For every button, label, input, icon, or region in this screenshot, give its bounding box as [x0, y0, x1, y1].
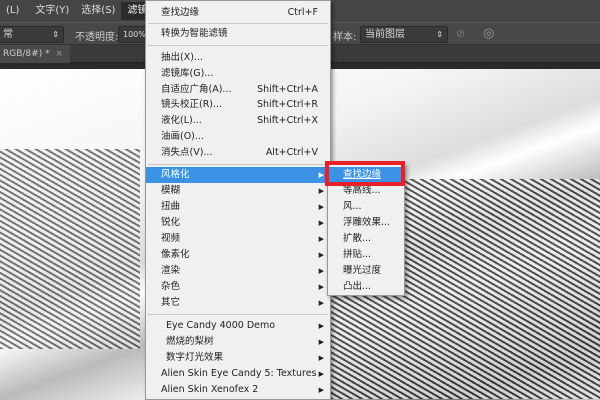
menu-item-adaptive-wide-angle[interactable]: 自适应广角(A)... Shift+Ctrl+A	[146, 82, 330, 98]
menu-item-distort[interactable]: 扭曲 ▶	[146, 199, 330, 215]
item-shortcut: Shift+Ctrl+A	[257, 84, 318, 95]
sample-select[interactable]: 当前图层 ⇕	[360, 26, 448, 43]
submenu-arrow-icon: ▶	[318, 251, 324, 259]
item-label: 数字灯光效果	[166, 352, 224, 363]
menu-item-extract[interactable]: 抽出(X)...	[146, 50, 330, 66]
image-buildings	[0, 149, 140, 349]
menu-item-oil-paint[interactable]: 油画(O)...	[146, 129, 330, 145]
separator	[148, 45, 328, 46]
submenu-arrow-icon: ▶	[318, 187, 324, 195]
sample-value: 当前图层	[365, 29, 405, 40]
submenu-arrow-icon: ▶	[318, 354, 324, 362]
item-label: 渲染	[161, 265, 181, 276]
menu-item-blur[interactable]: 模糊 ▶	[146, 183, 330, 199]
submenu-arrow-icon: ▶	[318, 219, 324, 227]
submenu-item-wind[interactable]: 风...	[328, 199, 404, 215]
item-label: 液化(L)...	[161, 115, 202, 126]
menu-item-other[interactable]: 其它 ▶	[146, 295, 330, 311]
submenu-arrow-icon: ▶	[318, 386, 324, 394]
close-icon[interactable]: ×	[55, 49, 63, 59]
item-label: 镜头校正(R)...	[161, 99, 223, 110]
ignore-adjustment-icon[interactable]: ⊘	[456, 27, 465, 40]
menu-item-digital-lighting[interactable]: 数字灯光效果 ▶	[146, 350, 330, 366]
menu-item-video[interactable]: 视频 ▶	[146, 231, 330, 247]
submenu-arrow-icon: ▶	[318, 267, 324, 275]
item-label: 扭曲	[161, 201, 181, 212]
item-label: 锐化	[161, 217, 181, 228]
updown-icon: ⇕	[436, 30, 443, 39]
submenu-arrow-icon: ▶	[318, 171, 324, 179]
item-label: 杂色	[161, 281, 181, 292]
item-label: Alien Skin Eye Candy 5: Textures	[161, 368, 317, 379]
submenu-item-extrude[interactable]: 凸出...	[328, 279, 404, 295]
menu-item-vanishing-point[interactable]: 消失点(V)... Alt+Ctrl+V	[146, 145, 330, 161]
menu-item-lens-correction[interactable]: 镜头校正(R)... Shift+Ctrl+R	[146, 97, 330, 113]
menu-item-noise[interactable]: 杂色 ▶	[146, 279, 330, 295]
menu-type[interactable]: 文字(Y)	[29, 2, 75, 20]
submenu-arrow-icon: ▶	[318, 322, 324, 330]
submenu-arrow-icon: ▶	[318, 299, 324, 307]
pressure-icon[interactable]: ◎	[483, 26, 494, 41]
menu-item-smart-filter[interactable]: 转换为智能滤镜	[146, 26, 330, 42]
menu-layer[interactable]: (L)	[0, 2, 25, 20]
menu-item-filter-gallery[interactable]: 滤镜库(G)...	[146, 66, 330, 82]
submenu-item-diffuse[interactable]: 扩散...	[328, 231, 404, 247]
item-label: 自适应广角(A)...	[161, 84, 232, 95]
updown-icon: ⇕	[52, 30, 59, 39]
highlight-callout-box	[325, 161, 405, 186]
menu-item-last-filter[interactable]: 查找边缘 Ctrl+F	[146, 5, 330, 21]
menu-item-eye-candy-4000[interactable]: Eye Candy 4000 Demo ▶	[146, 318, 330, 334]
menu-select[interactable]: 选择(S)	[75, 2, 121, 20]
blend-mode-select[interactable]: 常 ⇕	[0, 26, 64, 43]
submenu-item-emboss[interactable]: 浮雕效果...	[328, 215, 404, 231]
separator	[148, 164, 328, 165]
menu-item-stylize[interactable]: 风格化 ▶	[146, 167, 330, 183]
menu-item-burning-pear[interactable]: 燃烧的梨树 ▶	[146, 334, 330, 350]
submenu-arrow-icon: ▶	[318, 235, 324, 243]
submenu-arrow-icon: ▶	[318, 370, 324, 378]
item-shortcut: Alt+Ctrl+V	[265, 147, 318, 158]
filter-menu: 查找边缘 Ctrl+F 转换为智能滤镜 抽出(X)... 滤镜库(G)... 自适…	[145, 0, 331, 400]
item-label: 燃烧的梨树	[166, 336, 214, 347]
item-shortcut: Shift+Ctrl+X	[257, 115, 318, 126]
menu-item-liquify[interactable]: 液化(L)... Shift+Ctrl+X	[146, 113, 330, 129]
menu-item-xenofex[interactable]: Alien Skin Xenofex 2 ▶	[146, 382, 330, 398]
item-label: 模糊	[161, 185, 181, 196]
submenu-arrow-icon: ▶	[318, 203, 324, 211]
opacity-label: 不透明度:	[75, 32, 119, 43]
submenu-arrow-icon: ▶	[318, 338, 324, 346]
blend-mode-value: 常	[3, 29, 13, 40]
item-label: 像素化	[161, 249, 190, 260]
item-label: 视频	[161, 233, 181, 244]
item-shortcut: Ctrl+F	[287, 7, 318, 18]
tab-label: RGB/8#) *	[3, 49, 50, 59]
submenu-item-solarize[interactable]: 曝光过度	[328, 263, 404, 279]
document-tab[interactable]: RGB/8#) * ×	[0, 45, 70, 63]
item-label: 风格化	[161, 169, 190, 180]
separator	[148, 314, 328, 315]
menu-item-sharpen[interactable]: 锐化 ▶	[146, 215, 330, 231]
menu-item-pixelate[interactable]: 像素化 ▶	[146, 247, 330, 263]
item-label: 其它	[161, 297, 181, 308]
item-label: 查找边缘	[161, 7, 200, 18]
submenu-item-tiles[interactable]: 拼贴...	[328, 247, 404, 263]
item-label: Eye Candy 4000 Demo	[166, 320, 276, 331]
submenu-arrow-icon: ▶	[318, 283, 324, 291]
separator	[148, 23, 328, 24]
item-shortcut: Shift+Ctrl+R	[256, 99, 318, 110]
sample-label: 样本:	[333, 32, 357, 43]
menu-item-render[interactable]: 渲染 ▶	[146, 263, 330, 279]
item-label: 消失点(V)...	[161, 147, 213, 158]
menu-item-eye-candy-5[interactable]: Alien Skin Eye Candy 5: Textures ▶	[146, 366, 330, 382]
item-label: Alien Skin Xenofex 2	[161, 384, 259, 395]
